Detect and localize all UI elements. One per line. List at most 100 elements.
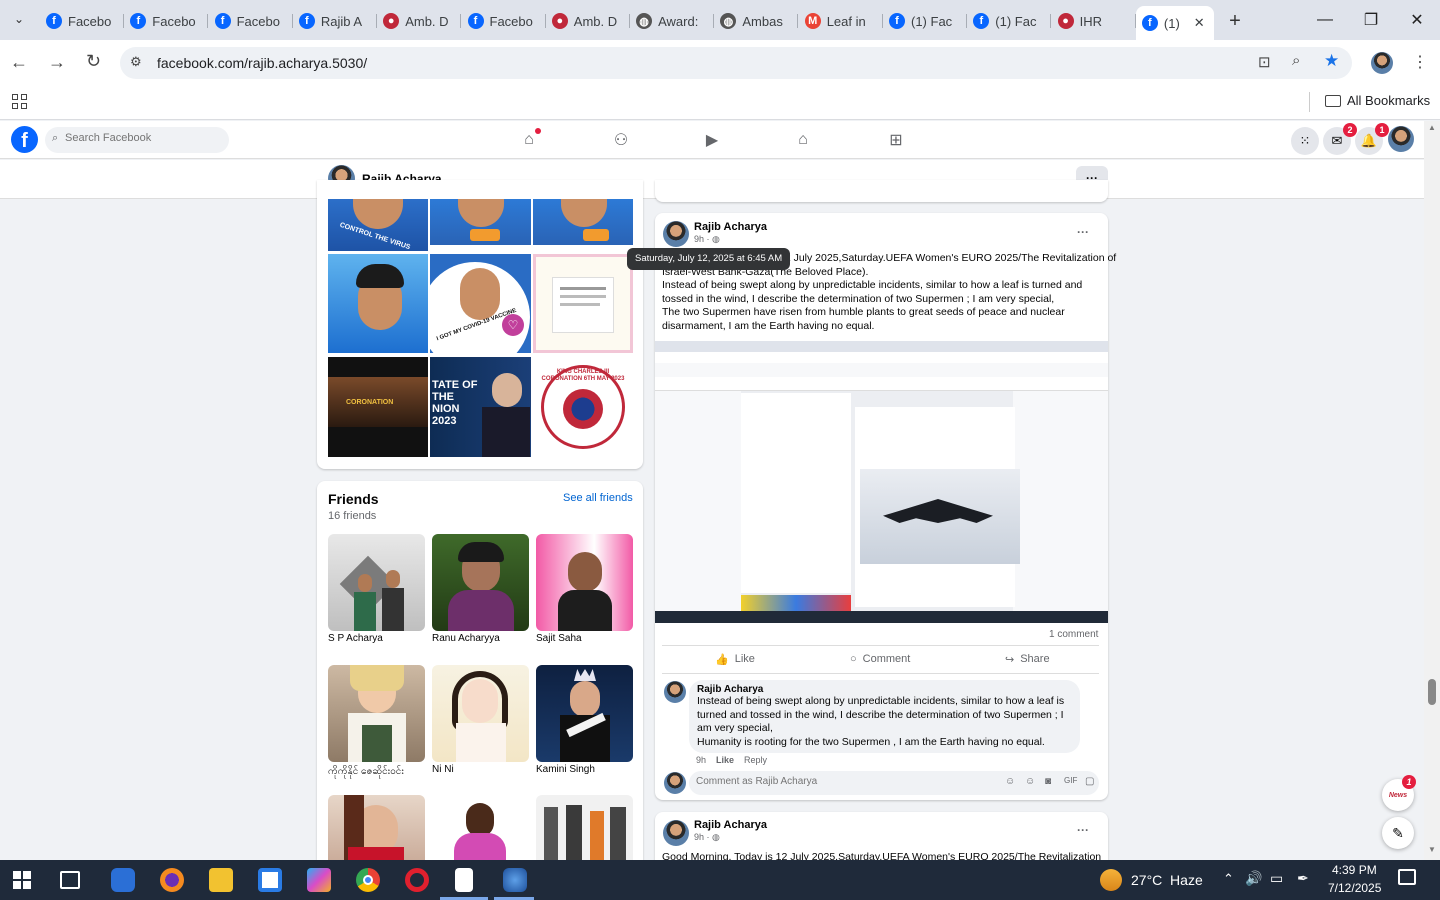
notepad-icon[interactable] xyxy=(455,868,473,892)
copilot-icon[interactable] xyxy=(307,868,331,892)
account-avatar[interactable] xyxy=(1388,126,1414,152)
menu-grid-button[interactable]: ⁙ xyxy=(1291,127,1319,155)
share-button[interactable]: ↪ Share xyxy=(1005,653,1050,666)
close-tab-icon[interactable]: ✕ xyxy=(1194,15,1205,31)
install-app-icon[interactable]: ⊡ xyxy=(1258,53,1271,71)
avatar-sticker-icon[interactable]: ☺ xyxy=(1005,776,1015,787)
browser-tab[interactable]: ◍ Award: xyxy=(630,8,715,34)
post-2-time-text[interactable]: 9h xyxy=(694,832,704,842)
zoom-icon[interactable]: ⌕ xyxy=(1292,52,1300,69)
firefox-icon[interactable] xyxy=(160,868,184,892)
friend-photo-6[interactable] xyxy=(536,665,633,762)
comment-button[interactable]: ○ Comment xyxy=(850,653,910,665)
comment-input-box[interactable]: ☺ ☺ ◙ GIF ▢ xyxy=(689,771,1099,795)
scroll-up-arrow-icon[interactable]: ▲ xyxy=(1428,123,1436,132)
search-input[interactable] xyxy=(65,132,215,144)
browser-tab[interactable]: f Facebo xyxy=(124,8,209,34)
tab-search-button[interactable]: ⌄ xyxy=(8,8,30,30)
address-bar[interactable]: ⚙ facebook.com/rajib.acharya.5030/ ⊡ ⌕ ★ xyxy=(120,47,1352,79)
browser-tab[interactable]: ● IHR xyxy=(1052,8,1136,34)
maximize-button[interactable]: ❐ xyxy=(1348,6,1394,34)
volume-icon[interactable]: 🔊 xyxy=(1245,870,1262,887)
post-2-time[interactable]: 9h · ◍ xyxy=(694,832,720,843)
home-icon[interactable]: ⌂ xyxy=(519,128,541,150)
browser-tab[interactable]: ● Amb. D xyxy=(546,8,630,34)
weather-icon[interactable] xyxy=(1100,869,1122,891)
store-icon[interactable] xyxy=(258,868,282,892)
post-2-author-name[interactable]: Rajib Acharya xyxy=(694,819,767,831)
see-all-friends-link[interactable]: See all friends xyxy=(563,492,633,504)
post-1-time-text[interactable]: 9h xyxy=(694,234,704,244)
back-button[interactable]: ← xyxy=(10,52,28,73)
friend-photo-3[interactable] xyxy=(536,534,633,631)
browser-tab[interactable]: f Facebo xyxy=(462,8,546,34)
clock-date[interactable]: 7/12/2025 xyxy=(1328,881,1381,895)
friend-name-4[interactable]: ကိုကိုနိုင် ဇေဆိုင်းဝင်း xyxy=(328,764,404,779)
messenger-button[interactable]: ✉ 2 xyxy=(1323,123,1357,155)
friend-photo-8[interactable] xyxy=(432,795,529,865)
comment-input[interactable] xyxy=(696,776,996,787)
friend-photo-4[interactable] xyxy=(328,665,425,762)
gif-icon[interactable]: GIF xyxy=(1064,776,1077,785)
close-window-button[interactable]: ✕ xyxy=(1394,6,1440,34)
forward-button[interactable]: → xyxy=(48,52,66,73)
friend-name-1[interactable]: S P Acharya xyxy=(328,633,383,644)
apps-grid-icon[interactable] xyxy=(12,94,27,109)
post-1-author-avatar[interactable] xyxy=(663,221,689,247)
notification-center-icon[interactable] xyxy=(1398,869,1416,885)
video-icon[interactable]: ▶ xyxy=(702,130,722,150)
network-icon[interactable]: ▭ xyxy=(1270,870,1283,887)
page-scrollbar[interactable]: ▲ ▼ xyxy=(1424,121,1440,860)
file-explorer-icon[interactable] xyxy=(209,868,233,892)
friend-name-6[interactable]: Kamini Singh xyxy=(536,764,595,775)
comment-author-avatar[interactable] xyxy=(664,681,686,703)
site-settings-icon[interactable]: ⚙ xyxy=(130,54,142,70)
post-1-time[interactable]: 9h · ◍ xyxy=(694,234,720,245)
browser-tab[interactable]: f (1) ✕ xyxy=(1135,6,1214,40)
search-field[interactable]: ⌕ xyxy=(45,127,229,153)
friend-photo-5[interactable] xyxy=(432,665,529,762)
comment-reply-link[interactable]: Reply xyxy=(744,755,767,765)
reload-button[interactable]: ↻ xyxy=(86,51,101,72)
clock-time[interactable]: 4:39 PM xyxy=(1332,863,1377,877)
news-button[interactable]: News 1 xyxy=(1382,775,1416,811)
gaming-icon[interactable]: ⊞ xyxy=(886,130,906,150)
opera-icon[interactable] xyxy=(405,868,429,892)
browser-tab[interactable]: ● Amb. D xyxy=(377,8,462,34)
new-tab-button[interactable]: + xyxy=(1222,8,1248,34)
app-icon[interactable] xyxy=(111,868,135,892)
friend-photo-2[interactable] xyxy=(432,534,529,631)
friends-icon[interactable]: ⚇ xyxy=(611,130,631,150)
comment-time[interactable]: 9h xyxy=(696,755,706,765)
scrollbar-thumb[interactable] xyxy=(1428,679,1436,705)
friend-name-3[interactable]: Sajit Saha xyxy=(536,633,582,644)
browser-menu-icon[interactable]: ⋮ xyxy=(1412,52,1428,72)
browser-tab[interactable]: f (1) Fac xyxy=(883,8,967,34)
comment-like-link[interactable]: Like xyxy=(716,755,734,765)
photo-2[interactable] xyxy=(430,199,531,245)
post-1-comment-count[interactable]: 1 comment xyxy=(1049,629,1098,640)
show-hidden-icons-icon[interactable]: ⌃ xyxy=(1223,871,1234,887)
emoji-icon[interactable]: ☺ xyxy=(1025,776,1035,787)
chrome-icon[interactable] xyxy=(356,868,380,892)
url-text[interactable]: facebook.com/rajib.acharya.5030/ xyxy=(157,55,367,71)
photo-7[interactable]: CORONATION xyxy=(328,357,428,457)
photo-8[interactable]: TATE OF THE NION 2023 xyxy=(430,357,531,457)
photo-3[interactable] xyxy=(533,199,633,245)
photo-9[interactable]: KING CHARLES III CORONATION 6TH MAY 2023 xyxy=(533,357,633,457)
friend-name-2[interactable]: Ranu Acharyya xyxy=(432,633,500,644)
camera-icon[interactable]: ◙ xyxy=(1045,776,1051,787)
browser-tab[interactable]: M Leaf in xyxy=(799,8,883,34)
photo-1[interactable]: CONTROL THE VIRUS xyxy=(328,199,428,251)
pen-icon[interactable]: ✒ xyxy=(1297,870,1309,887)
bookmark-star-icon[interactable]: ★ xyxy=(1324,51,1339,71)
comment-author-name[interactable]: Rajib Acharya xyxy=(697,684,1072,695)
notifications-button[interactable]: 🔔 1 xyxy=(1355,123,1389,155)
browser-tab[interactable]: f (1) Fac xyxy=(967,8,1052,34)
browser-tab[interactable]: f Facebo xyxy=(40,8,124,34)
photo-6[interactable] xyxy=(533,254,633,353)
app-running-icon[interactable] xyxy=(503,868,527,892)
facebook-logo-icon[interactable]: f xyxy=(11,126,38,153)
all-bookmarks-button[interactable]: All Bookmarks xyxy=(1325,93,1430,108)
scroll-down-arrow-icon[interactable]: ▼ xyxy=(1428,845,1436,854)
